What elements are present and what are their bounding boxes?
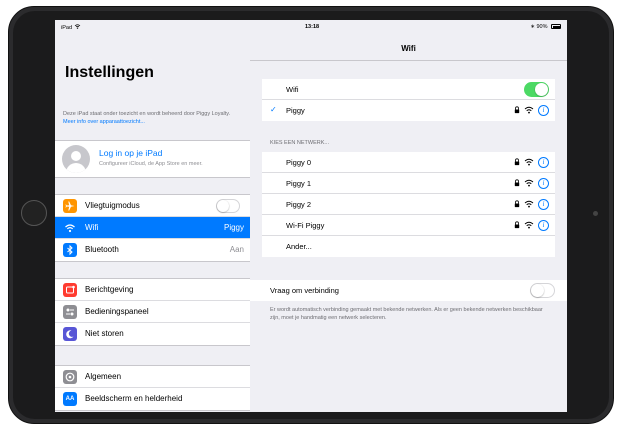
sign-in-row[interactable]: Log in op je iPad Configureer iCloud, de… xyxy=(55,141,250,177)
lock-icon xyxy=(514,106,520,114)
sidebar-item-wifi[interactable]: Wifi Piggy xyxy=(55,217,250,239)
moon-icon xyxy=(63,327,77,341)
wifi-signal-icon xyxy=(524,221,534,229)
bluetooth-status-icon: ∗ xyxy=(530,24,535,30)
nav-divider xyxy=(250,60,567,61)
supervision-text: Deze iPad staat onder toezicht en wordt … xyxy=(63,111,231,117)
wifi-signal-icon xyxy=(524,179,534,187)
wifi-signal-icon xyxy=(524,106,534,114)
general-group: Algemeen AA Beeldscherm en helderheid xyxy=(55,365,250,411)
settings-sidebar: Instellingen Deze iPad staat onder toezi… xyxy=(55,20,251,412)
info-icon[interactable]: i xyxy=(538,198,549,210)
info-icon[interactable]: i xyxy=(538,156,549,168)
sidebar-item-label: Beeldscherm en helderheid xyxy=(85,394,183,403)
sidebar-item-value: Piggy xyxy=(223,223,244,232)
network-name: Piggy 1 xyxy=(286,179,312,188)
control-center-icon xyxy=(63,305,77,319)
info-icon[interactable]: i xyxy=(538,104,549,116)
gear-icon xyxy=(63,370,77,384)
home-button[interactable] xyxy=(21,200,47,226)
display-icon: AA xyxy=(63,392,77,406)
airplane-mode-toggle[interactable] xyxy=(216,199,240,213)
avatar xyxy=(62,145,90,173)
detail-title: Wifi xyxy=(401,44,416,53)
status-battery: ∗ 90% xyxy=(530,24,561,30)
connectivity-group: Vliegtuigmodus Wifi Piggy Bluetooth Aan xyxy=(55,194,250,262)
status-time: 13:18 xyxy=(305,24,320,30)
sidebar-item-label: Niet storen xyxy=(85,329,124,338)
battery-percent: 90% xyxy=(536,24,548,30)
bluetooth-icon xyxy=(63,243,77,257)
sidebar-item-airplane-mode[interactable]: Vliegtuigmodus xyxy=(55,195,250,217)
network-name: Piggy 2 xyxy=(286,200,312,209)
network-row-piggy-2[interactable]: Piggy 2 i xyxy=(262,194,555,215)
wifi-main-group: Wifi ✓ Piggy i xyxy=(262,79,555,121)
airplane-icon xyxy=(63,199,77,213)
sidebar-item-label: Bedieningspaneel xyxy=(85,307,149,316)
other-network-label: Ander... xyxy=(286,242,312,251)
lock-icon xyxy=(514,200,520,208)
wifi-status-icon xyxy=(74,24,80,29)
ask-join-group: Vraag om verbinding xyxy=(250,280,567,301)
sidebar-item-label: Algemeen xyxy=(85,372,122,381)
info-icon[interactable]: i xyxy=(538,177,549,189)
account-group: Log in op je iPad Configureer iCloud, de… xyxy=(55,140,250,178)
wifi-detail-pane: Wifi Wifi ✓ Piggy i KIES EEN NETWERK... … xyxy=(250,20,567,412)
connected-network-row[interactable]: ✓ Piggy i xyxy=(262,100,555,121)
lock-icon xyxy=(514,221,520,229)
networks-group: Piggy 0 i Piggy 1 i Piggy 2 i Wi-Fi Pigg… xyxy=(262,152,555,257)
battery-icon xyxy=(551,24,561,29)
sidebar-item-notifications[interactable]: Berichtgeving xyxy=(55,279,250,301)
status-device: iPad xyxy=(61,24,81,31)
wifi-signal-icon xyxy=(524,158,534,166)
sidebar-item-general[interactable]: Algemeen xyxy=(55,366,250,388)
sidebar-item-label: Wifi xyxy=(85,223,99,232)
network-name: Wi-Fi Piggy xyxy=(286,221,325,230)
sidebar-item-value: Aan xyxy=(229,245,244,254)
checkmark-icon: ✓ xyxy=(270,105,277,114)
notifications-group: Berichtgeving Bedieningspaneel Niet stor… xyxy=(55,278,250,346)
sign-in-subtitle: Configureer iCloud, de App Store en meer… xyxy=(99,161,203,167)
sidebar-item-do-not-disturb[interactable]: Niet storen xyxy=(55,323,250,345)
network-row-piggy-0[interactable]: Piggy 0 i xyxy=(262,152,555,173)
ask-join-row: Vraag om verbinding xyxy=(250,280,567,301)
supervision-link[interactable]: Meer info over apparaattoezicht... xyxy=(63,119,145,125)
sidebar-item-control-center[interactable]: Bedieningspaneel xyxy=(55,301,250,323)
lock-icon xyxy=(514,179,520,187)
network-name: Piggy xyxy=(286,106,305,115)
notifications-icon xyxy=(63,283,77,297)
ask-join-footer: Er wordt automatisch verbinding gemaakt … xyxy=(270,307,543,321)
choose-network-header: KIES EEN NETWERK... xyxy=(270,140,329,146)
network-row-piggy-1[interactable]: Piggy 1 i xyxy=(262,173,555,194)
supervision-note: Deze iPad staat onder toezicht en wordt … xyxy=(63,110,243,126)
sidebar-item-display[interactable]: AA Beeldscherm en helderheid xyxy=(55,388,250,410)
wifi-toggle-row: Wifi xyxy=(262,79,555,100)
wifi-label: Wifi xyxy=(286,85,299,94)
sign-in-title: Log in op je iPad xyxy=(99,148,163,158)
status-bar: iPad 13:18 ∗ 90% xyxy=(55,20,567,34)
other-network-row[interactable]: Ander... xyxy=(262,236,555,257)
network-name: Piggy 0 xyxy=(286,158,312,167)
page-title: Instellingen xyxy=(65,64,154,81)
ask-join-label: Vraag om verbinding xyxy=(270,286,339,295)
wifi-toggle[interactable] xyxy=(524,82,549,97)
wifi-signal-icon xyxy=(524,200,534,208)
ipad-screen: Instellingen Deze iPad staat onder toezi… xyxy=(55,20,567,412)
network-row-wifi-piggy[interactable]: Wi-Fi Piggy i xyxy=(262,215,555,236)
wifi-icon xyxy=(63,221,77,235)
info-icon[interactable]: i xyxy=(538,219,549,231)
sidebar-item-label: Berichtgeving xyxy=(85,285,134,294)
sidebar-item-bluetooth[interactable]: Bluetooth Aan xyxy=(55,239,250,261)
sidebar-item-label: Bluetooth xyxy=(85,245,119,254)
ask-join-toggle[interactable] xyxy=(530,283,555,298)
sidebar-item-label: Vliegtuigmodus xyxy=(85,201,140,210)
front-camera xyxy=(593,211,598,216)
device-name: iPad xyxy=(61,25,73,31)
lock-icon xyxy=(514,158,520,166)
